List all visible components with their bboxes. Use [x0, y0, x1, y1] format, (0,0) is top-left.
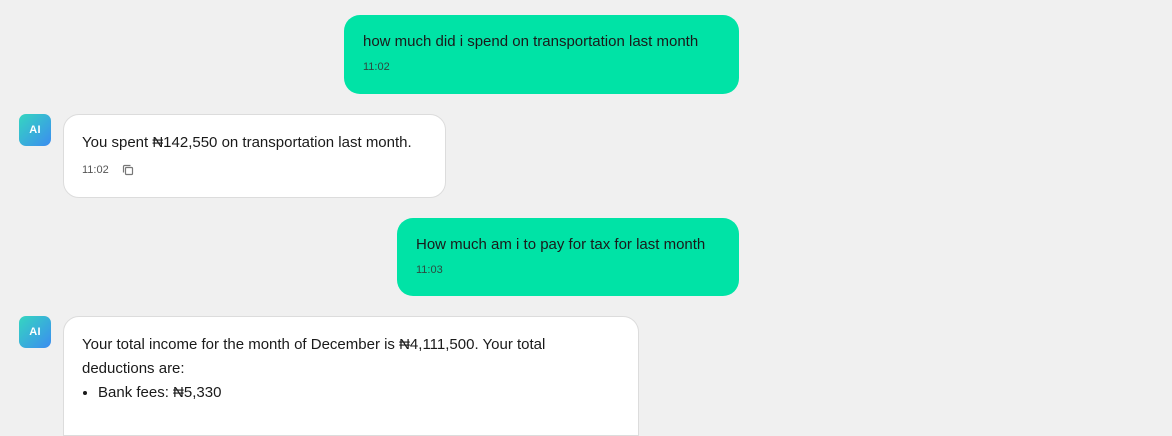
chat-thread: how much did i spend on transportation l… [0, 0, 1172, 436]
message-text: You spent ₦142,550 on transportation las… [82, 134, 412, 151]
ai-message: Your total income for the month of Decem… [63, 316, 639, 436]
message-meta: 11:02 [82, 161, 427, 179]
list-item: Bank fees: ₦5,330 [98, 381, 620, 405]
message-timestamp: 11:03 [416, 264, 443, 276]
ai-avatar: AI [19, 114, 51, 146]
user-message: how much did i spend on transportation l… [344, 15, 739, 94]
user-message: How much am i to pay for tax for last mo… [397, 218, 739, 296]
message-text: How much am i to pay for tax for last mo… [416, 236, 706, 253]
message-timestamp: 11:02 [363, 61, 390, 73]
deductions-list: Bank fees: ₦5,330 [82, 381, 620, 405]
ai-message: You spent ₦142,550 on transportation las… [63, 114, 446, 198]
message-timestamp: 11:02 [82, 164, 109, 176]
message-text: Your total income for the month of Decem… [82, 336, 546, 377]
ai-avatar: AI [19, 316, 51, 348]
copy-icon[interactable] [121, 163, 135, 177]
message-text: how much did i spend on transportation l… [363, 33, 699, 50]
